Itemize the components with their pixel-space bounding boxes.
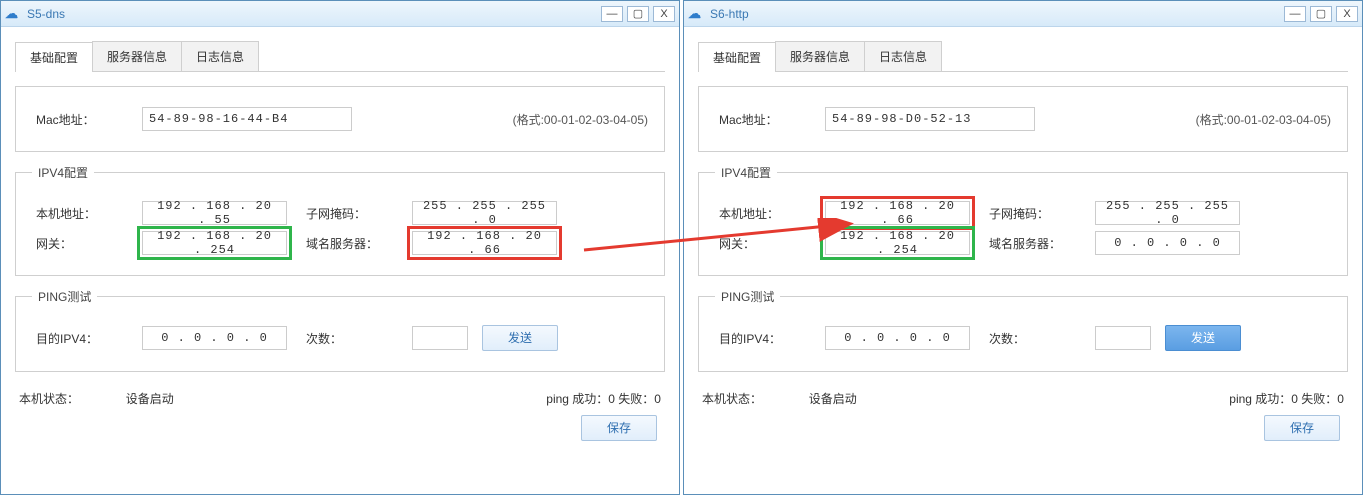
tab-basic[interactable]: 基础配置 bbox=[15, 42, 93, 72]
gateway-input[interactable]: 192 . 168 . 20 . 254 bbox=[825, 231, 970, 255]
mac-fieldset: Mac地址： 54-89-98-16-44-B4 (格式:00-01-02-03… bbox=[15, 86, 665, 152]
mac-label: Mac地址： bbox=[715, 111, 791, 128]
ping-count-input[interactable] bbox=[1095, 326, 1151, 350]
tab-log[interactable]: 日志信息 bbox=[181, 41, 259, 71]
dns-input[interactable]: 0 . 0 . 0 . 0 bbox=[1095, 231, 1240, 255]
app-icon: ☁ bbox=[5, 6, 21, 22]
status-label: 本机状态： 设备启动 bbox=[19, 390, 174, 407]
maximize-button[interactable]: ▢ bbox=[627, 6, 649, 22]
window-s5-dns: ☁ S5-dns — ▢ X 基础配置 服务器信息 日志信息 Mac地址： 54… bbox=[0, 0, 680, 495]
mac-format-note: (格式:00-01-02-03-04-05) bbox=[1196, 111, 1331, 128]
ping-legend: PING测试 bbox=[32, 288, 97, 305]
mac-label: Mac地址： bbox=[32, 111, 108, 128]
window-s6-http: ☁ S6-http — ▢ X 基础配置 服务器信息 日志信息 Mac地址： 5… bbox=[683, 0, 1363, 495]
maximize-button[interactable]: ▢ bbox=[1310, 6, 1332, 22]
tab-log[interactable]: 日志信息 bbox=[864, 41, 942, 71]
tabs: 基础配置 服务器信息 日志信息 bbox=[15, 41, 665, 72]
ping-send-button[interactable]: 发送 bbox=[1165, 325, 1241, 351]
mac-input[interactable]: 54-89-98-16-44-B4 bbox=[142, 107, 352, 131]
status-label: 本机状态： 设备启动 bbox=[702, 390, 857, 407]
ipv4-fieldset: IPV4配置 本机地址： 192 . 168 . 20 . 66 子网掩码： 2… bbox=[698, 164, 1348, 276]
dns-label: 域名服务器： bbox=[302, 235, 388, 252]
close-button[interactable]: X bbox=[653, 6, 675, 22]
tabs: 基础配置 服务器信息 日志信息 bbox=[698, 41, 1348, 72]
ping-dest-label: 目的IPV4： bbox=[32, 330, 108, 347]
ping-dest-label: 目的IPV4： bbox=[715, 330, 791, 347]
ip-input[interactable]: 192 . 168 . 20 . 66 bbox=[825, 201, 970, 225]
close-button[interactable]: X bbox=[1336, 6, 1358, 22]
minimize-button[interactable]: — bbox=[601, 6, 623, 22]
app-icon: ☁ bbox=[688, 6, 704, 22]
mask-input[interactable]: 255 . 255 . 255 . 0 bbox=[412, 201, 557, 225]
ping-result: ping 成功：0 失败：0 bbox=[546, 390, 661, 407]
content: 基础配置 服务器信息 日志信息 Mac地址： 54-89-98-D0-52-13… bbox=[684, 27, 1362, 494]
save-button[interactable]: 保存 bbox=[1264, 415, 1340, 441]
ping-fieldset: PING测试 目的IPV4： 0 . 0 . 0 . 0 次数： 发送 bbox=[15, 288, 665, 372]
ping-count-label: 次数： bbox=[302, 330, 352, 347]
mask-input[interactable]: 255 . 255 . 255 . 0 bbox=[1095, 201, 1240, 225]
ip-label: 本机地址： bbox=[32, 205, 108, 222]
ping-dest-input[interactable]: 0 . 0 . 0 . 0 bbox=[142, 326, 287, 350]
ping-count-label: 次数： bbox=[985, 330, 1035, 347]
mac-fieldset: Mac地址： 54-89-98-D0-52-13 (格式:00-01-02-03… bbox=[698, 86, 1348, 152]
content: 基础配置 服务器信息 日志信息 Mac地址： 54-89-98-16-44-B4… bbox=[1, 27, 679, 494]
ping-send-button[interactable]: 发送 bbox=[482, 325, 558, 351]
minimize-button[interactable]: — bbox=[1284, 6, 1306, 22]
mask-label: 子网掩码： bbox=[985, 205, 1061, 222]
save-button[interactable]: 保存 bbox=[581, 415, 657, 441]
ipv4-legend: IPV4配置 bbox=[32, 164, 94, 181]
ping-count-input[interactable] bbox=[412, 326, 468, 350]
status-row: 本机状态： 设备启动 ping 成功：0 失败：0 bbox=[698, 384, 1348, 407]
ip-label: 本机地址： bbox=[715, 205, 791, 222]
tab-server[interactable]: 服务器信息 bbox=[92, 41, 182, 71]
window-buttons: — ▢ X bbox=[601, 6, 675, 22]
titlebar[interactable]: ☁ S5-dns — ▢ X bbox=[1, 1, 679, 27]
gateway-label: 网关： bbox=[715, 235, 791, 252]
tab-basic[interactable]: 基础配置 bbox=[698, 42, 776, 72]
ip-input[interactable]: 192 . 168 . 20 . 55 bbox=[142, 201, 287, 225]
status-text: 设备启动 bbox=[809, 392, 857, 406]
gateway-input[interactable]: 192 . 168 . 20 . 254 bbox=[142, 231, 287, 255]
ping-legend: PING测试 bbox=[715, 288, 780, 305]
gateway-label: 网关： bbox=[32, 235, 108, 252]
mac-format-note: (格式:00-01-02-03-04-05) bbox=[513, 111, 648, 128]
window-title: S5-dns bbox=[27, 7, 601, 21]
tab-server[interactable]: 服务器信息 bbox=[775, 41, 865, 71]
ping-fieldset: PING测试 目的IPV4： 0 . 0 . 0 . 0 次数： 发送 bbox=[698, 288, 1348, 372]
ipv4-fieldset: IPV4配置 本机地址： 192 . 168 . 20 . 55 子网掩码： 2… bbox=[15, 164, 665, 276]
window-title: S6-http bbox=[710, 7, 1284, 21]
dns-label: 域名服务器： bbox=[985, 235, 1071, 252]
dns-input[interactable]: 192 . 168 . 20 . 66 bbox=[412, 231, 557, 255]
status-row: 本机状态： 设备启动 ping 成功：0 失败：0 bbox=[15, 384, 665, 407]
ping-result: ping 成功：0 失败：0 bbox=[1229, 390, 1344, 407]
titlebar[interactable]: ☁ S6-http — ▢ X bbox=[684, 1, 1362, 27]
mac-input[interactable]: 54-89-98-D0-52-13 bbox=[825, 107, 1035, 131]
status-text: 设备启动 bbox=[126, 392, 174, 406]
window-buttons: — ▢ X bbox=[1284, 6, 1358, 22]
ipv4-legend: IPV4配置 bbox=[715, 164, 777, 181]
ping-dest-input[interactable]: 0 . 0 . 0 . 0 bbox=[825, 326, 970, 350]
mask-label: 子网掩码： bbox=[302, 205, 378, 222]
